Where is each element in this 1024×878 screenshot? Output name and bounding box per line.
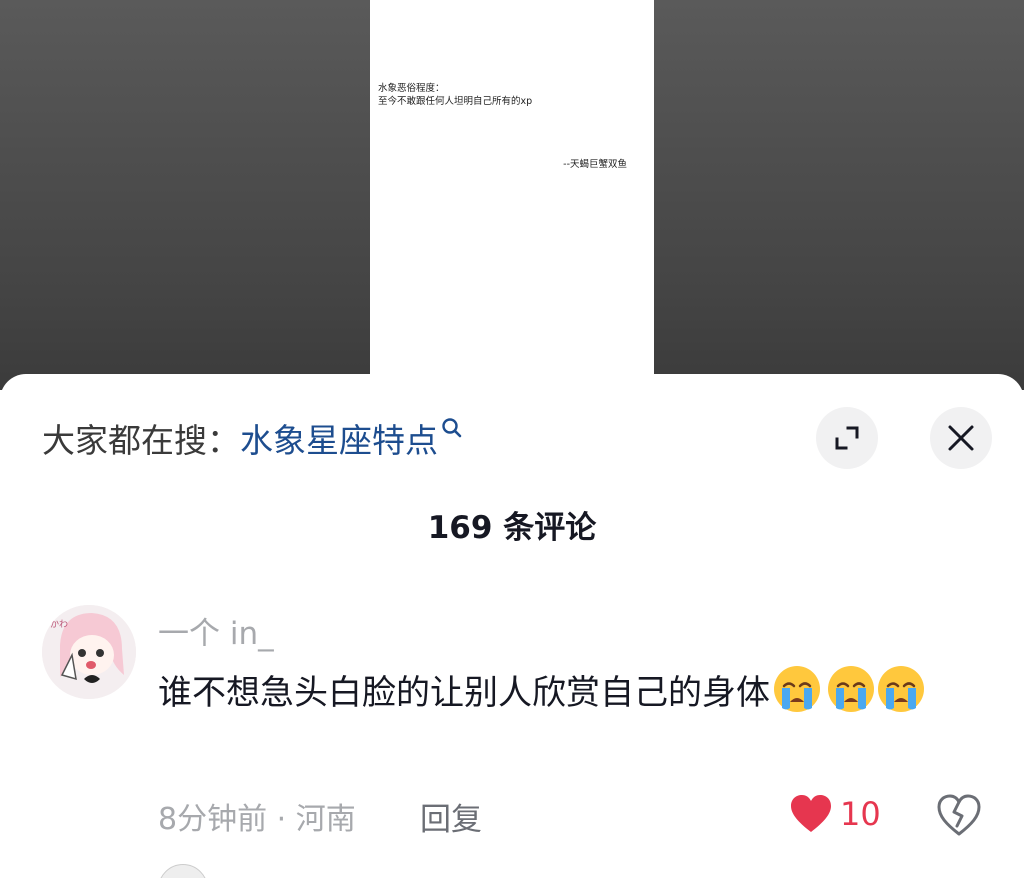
comment-sheet: 大家都在搜： 水象星座特点 169 条评论 かわ 一个 in_ 谁不想急头白脸的… [0, 374, 1024, 878]
svg-text:かわ: かわ [50, 619, 68, 630]
like-button[interactable]: 10 [790, 794, 881, 834]
comment-time-location: 8分钟前 · 河南 [158, 802, 356, 837]
reply-button[interactable]: 回复 [420, 794, 482, 839]
expand-icon [835, 426, 859, 450]
expand-button[interactable] [816, 407, 878, 469]
trending-search-link[interactable]: 大家都在搜： 水象星座特点 [42, 412, 464, 464]
commenter-username[interactable]: 一个 in_ [158, 608, 274, 653]
trending-search-prefix: 大家都在搜： [42, 421, 240, 460]
commenter-avatar[interactable]: かわ [42, 605, 136, 699]
comment-body: 谁不想急头白脸的让别人欣赏自己的身体 [158, 664, 978, 721]
trending-search-term[interactable]: 水象星座特点 [240, 414, 438, 462]
search-icon [442, 418, 462, 438]
media-background: 水象恶俗程度： 至今不敢跟任何人坦明自己所有的xp --天蝎巨蟹双鱼 [0, 0, 1024, 390]
post-image[interactable]: 水象恶俗程度： 至今不敢跟任何人坦明自己所有的xp --天蝎巨蟹双鱼 [370, 0, 654, 390]
comment-count-title: 169 条评论 [427, 510, 597, 546]
crying-face-icon [878, 666, 924, 712]
crying-face-icon [774, 666, 820, 712]
heart-icon [791, 795, 831, 832]
broken-heart-icon[interactable] [936, 794, 982, 838]
anime-girl-avatar-image: かわ [42, 605, 136, 699]
next-commenter-avatar[interactable] [158, 864, 208, 878]
like-count: 10 [840, 795, 881, 833]
post-text-line-1: 水象恶俗程度： [378, 83, 445, 94]
post-signature: --天蝎巨蟹双鱼 [563, 159, 627, 170]
close-button[interactable] [930, 407, 992, 469]
crying-face-icon [828, 666, 874, 712]
comment-text: 谁不想急头白脸的让别人欣赏自己的身体 [158, 673, 770, 713]
post-text-line-2: 至今不敢跟任何人坦明自己所有的xp [378, 96, 533, 107]
close-icon [948, 425, 974, 451]
